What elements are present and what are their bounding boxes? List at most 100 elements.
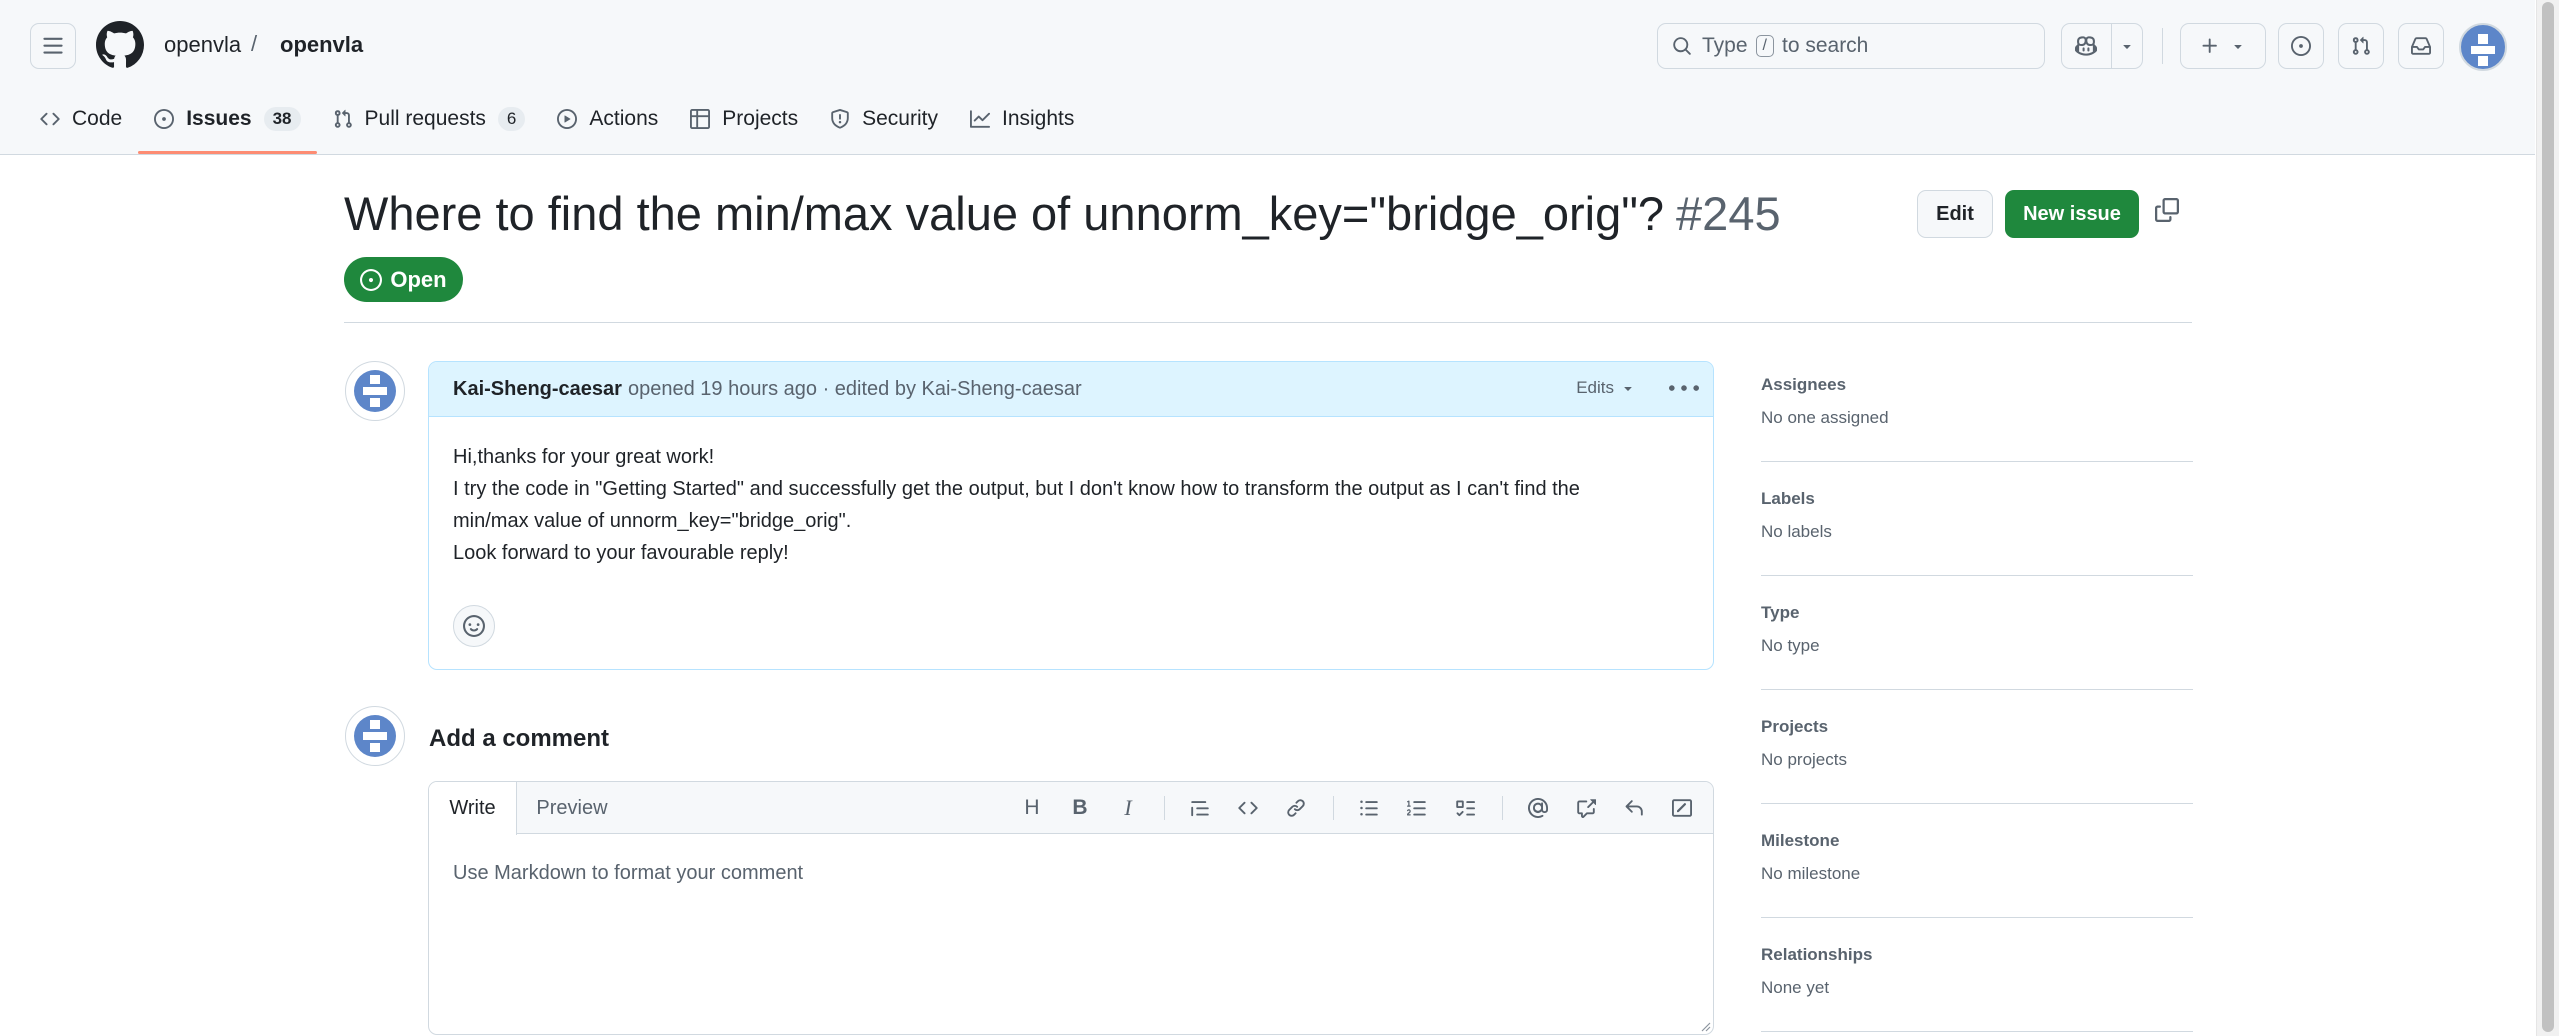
breadcrumb-repo[interactable]: openvla xyxy=(280,32,363,58)
tab-issues-label: Issues xyxy=(186,107,252,130)
git-pull-request-icon xyxy=(334,109,352,128)
tab-preview[interactable]: Preview xyxy=(517,782,627,835)
comment-textarea[interactable]: Use Markdown to format your comment xyxy=(453,862,803,885)
sidebar-label: Labels xyxy=(1761,489,1815,508)
sidebar-label: Projects xyxy=(1761,717,1829,736)
cross-reference-icon xyxy=(1577,799,1596,818)
tab-issues[interactable]: Issues 38 xyxy=(138,98,317,154)
comment-options-button[interactable] xyxy=(1669,374,1699,410)
plus-icon xyxy=(2202,38,2217,53)
cross-reference-button[interactable] xyxy=(1570,792,1602,824)
sidebar-value: No projects xyxy=(1761,750,1847,769)
tab-write[interactable]: Write xyxy=(429,782,517,835)
tab-actions-label: Actions xyxy=(589,107,659,130)
create-new-button[interactable] xyxy=(2181,24,2265,68)
shield-icon xyxy=(831,109,849,129)
tab-insights[interactable]: Insights xyxy=(954,98,1090,140)
mention-button[interactable] xyxy=(1522,792,1554,824)
sidebar-divider xyxy=(1761,917,2193,918)
header-divider xyxy=(2162,28,2163,64)
mention-icon xyxy=(1528,798,1548,818)
ordered-list-button[interactable] xyxy=(1401,792,1433,824)
saved-replies-button[interactable] xyxy=(1618,792,1650,824)
issues-count-badge: 38 xyxy=(263,107,301,131)
issue-title: Where to find the min/max value of unnor… xyxy=(344,186,1781,241)
edit-button[interactable]: Edit xyxy=(1917,190,1993,238)
tab-pull-requests-label: Pull requests xyxy=(364,107,486,130)
graph-icon xyxy=(969,110,990,128)
code-icon xyxy=(1238,801,1258,815)
sidebar-divider xyxy=(1761,803,2193,804)
resize-handle-icon[interactable] xyxy=(1697,1018,1711,1032)
add-comment-heading: Add a comment xyxy=(429,725,610,752)
sidebar-value: No milestone xyxy=(1761,864,1861,883)
github-logo-icon[interactable] xyxy=(96,21,144,69)
sidebar-label: Assignees xyxy=(1761,375,1847,394)
page-scrollbar[interactable] xyxy=(2536,0,2559,1036)
tab-security[interactable]: Security xyxy=(814,98,954,140)
code-button[interactable] xyxy=(1232,792,1264,824)
copilot-icon xyxy=(2075,36,2098,56)
scrollbar-thumb[interactable] xyxy=(2542,2,2554,1032)
git-pull-request-icon xyxy=(2352,36,2370,55)
fullscreen-button[interactable] xyxy=(1666,792,1698,824)
smiley-icon xyxy=(463,615,485,637)
comment-author-link[interactable]: Kai-Sheng-caesar xyxy=(453,378,622,401)
copilot-button[interactable] xyxy=(2062,24,2111,68)
edits-history-button[interactable]: Edits xyxy=(1576,378,1636,398)
copilot-dropdown-button[interactable] xyxy=(2110,24,2142,68)
triangle-down-icon xyxy=(2234,45,2242,49)
link-button[interactable] xyxy=(1280,792,1312,824)
toolbar-divider xyxy=(1164,796,1165,820)
list-ordered-icon xyxy=(1407,800,1426,816)
bold-button[interactable]: B xyxy=(1064,792,1096,824)
triangle-down-icon xyxy=(2123,45,2131,49)
search-input[interactable]: Type / to search xyxy=(1657,23,2045,69)
search-prefix: Type xyxy=(1702,34,1748,57)
bold-icon: B xyxy=(1072,796,1088,819)
task-list-button[interactable] xyxy=(1449,792,1481,824)
sidebar-projects[interactable]: Projects No projects xyxy=(1761,717,2193,770)
sidebar-divider xyxy=(1761,575,2193,576)
tab-projects[interactable]: Projects xyxy=(674,98,814,140)
breadcrumb-owner[interactable]: openvla xyxy=(164,32,241,58)
inbox-button[interactable] xyxy=(2398,23,2444,69)
tab-code[interactable]: Code xyxy=(24,98,138,140)
title-divider xyxy=(344,322,2192,323)
sidebar-divider xyxy=(1761,689,2193,690)
author-avatar[interactable] xyxy=(345,361,405,421)
add-reaction-button[interactable] xyxy=(453,605,495,647)
comment-line: Look forward to your favourable reply! xyxy=(453,542,789,564)
quote-icon xyxy=(1191,801,1209,817)
user-avatar[interactable] xyxy=(2459,23,2507,71)
quote-button[interactable] xyxy=(1184,792,1216,824)
unordered-list-button[interactable] xyxy=(1353,792,1385,824)
heading-button[interactable]: H xyxy=(1016,792,1048,824)
issues-button[interactable] xyxy=(2278,23,2324,69)
issue-title-text: Where to find the min/max value of unnor… xyxy=(344,187,1665,240)
tab-actions[interactable]: Actions xyxy=(541,98,674,140)
italic-button[interactable]: I xyxy=(1112,792,1144,824)
menu-button[interactable] xyxy=(30,23,76,69)
new-issue-button[interactable]: New issue xyxy=(2005,190,2139,238)
search-icon xyxy=(1673,37,1691,55)
pull-requests-button[interactable] xyxy=(2338,23,2384,69)
copy-icon xyxy=(2155,198,2179,222)
repo-nav-tabs: Code Issues 38 Pull requests 6 Actions P… xyxy=(24,98,1090,154)
sidebar-milestone[interactable]: Milestone No milestone xyxy=(1761,831,2193,884)
sidebar-value: No labels xyxy=(1761,522,1832,541)
copy-link-button[interactable] xyxy=(2155,198,2179,227)
copilot-button-group xyxy=(2061,23,2143,69)
tab-pull-requests[interactable]: Pull requests 6 xyxy=(317,98,542,140)
sidebar-relationships[interactable]: Relationships None yet xyxy=(1761,945,2193,998)
create-new-button-group xyxy=(2180,23,2266,69)
sidebar-type[interactable]: Type No type xyxy=(1761,603,2193,656)
issue-opened-icon xyxy=(154,109,175,129)
issue-opened-icon xyxy=(2291,36,2311,56)
sidebar-value: No type xyxy=(1761,636,1820,655)
sidebar-assignees[interactable]: Assignees No one assigned xyxy=(1761,375,2193,428)
sidebar-value: None yet xyxy=(1761,978,1830,997)
sidebar-labels[interactable]: Labels No labels xyxy=(1761,489,2193,542)
reply-icon xyxy=(1625,800,1643,816)
comment-line: min/max value of unnorm_key="bridge_orig… xyxy=(453,510,852,532)
